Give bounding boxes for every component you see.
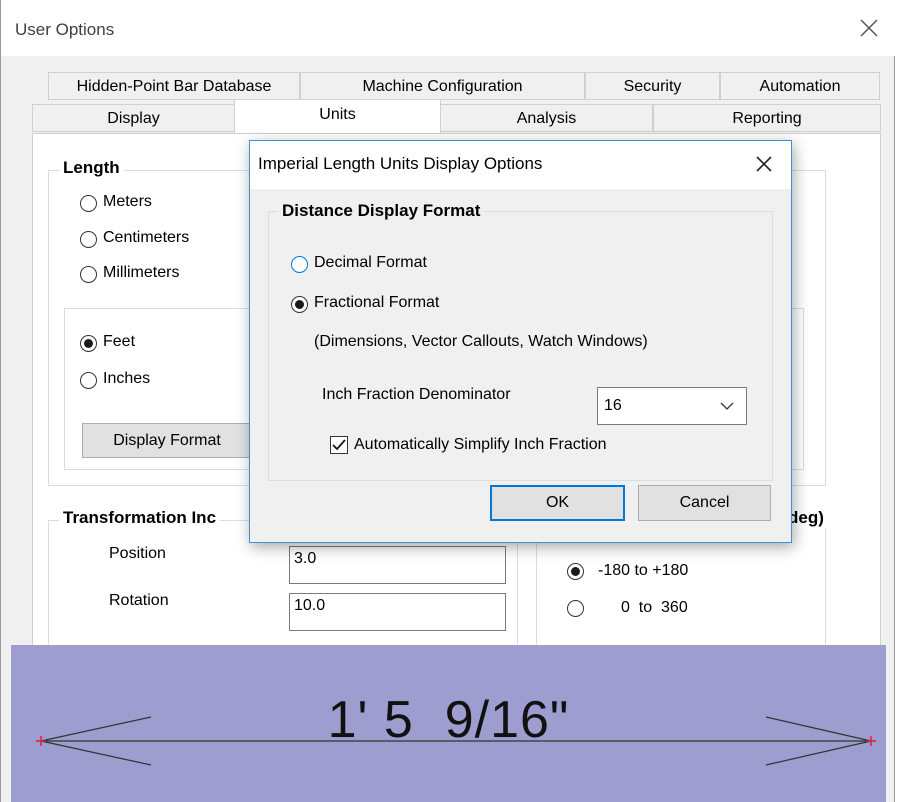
label-decimal-format: Decimal Format xyxy=(314,254,427,271)
distance-format-title: Distance Display Format xyxy=(278,201,485,221)
label-denominator: Inch Fraction Denominator xyxy=(322,386,511,403)
length-group-title: Length xyxy=(59,158,124,178)
label-position: Position xyxy=(109,545,166,562)
radio-angle-180[interactable] xyxy=(567,563,584,580)
close-icon[interactable] xyxy=(858,17,880,39)
label-simplify-fraction: Automatically Simplify Inch Fraction xyxy=(354,436,607,453)
label-rotation: Rotation xyxy=(109,592,169,609)
rotation-input[interactable]: 10.0 xyxy=(289,593,506,631)
display-format-button[interactable]: Display Format xyxy=(82,423,252,458)
denominator-value: 16 xyxy=(604,397,622,414)
checkmark-icon xyxy=(332,439,346,451)
chevron-down-icon xyxy=(720,402,734,410)
window-title: User Options xyxy=(15,20,115,39)
ok-button[interactable]: OK xyxy=(490,485,625,521)
fractional-format-note: (Dimensions, Vector Callouts, Watch Wind… xyxy=(314,333,648,350)
tab-analysis[interactable]: Analysis xyxy=(440,104,653,132)
transformation-group-title: Transformation Inc xyxy=(59,508,221,528)
dimension-text: 1' 5 9/16" xyxy=(327,691,570,749)
dialog-title: Imperial Length Units Display Options xyxy=(258,154,543,173)
position-input[interactable]: 3.0 xyxy=(289,546,506,584)
tab-display[interactable]: Display xyxy=(32,104,235,132)
label-angle-180: -180 to +180 xyxy=(598,562,689,579)
radio-centimeters[interactable] xyxy=(80,231,97,248)
radio-millimeters[interactable] xyxy=(80,266,97,283)
radio-inches[interactable] xyxy=(80,372,97,389)
denominator-select[interactable]: 16 xyxy=(597,387,747,425)
tab-machine-configuration[interactable]: Machine Configuration xyxy=(300,72,585,100)
tab-units[interactable]: Units xyxy=(234,99,441,133)
radio-decimal-format[interactable] xyxy=(291,256,308,273)
title-bar: User Options xyxy=(1,0,896,56)
label-centimeters: Centimeters xyxy=(103,229,190,246)
label-fractional-format: Fractional Format xyxy=(314,294,440,311)
dialog-title-bar: Imperial Length Units Display Options xyxy=(250,141,791,189)
radio-fractional-format[interactable] xyxy=(291,296,308,313)
label-feet: Feet xyxy=(103,333,136,350)
label-angle-360: 0 to 360 xyxy=(621,599,688,616)
label-inches: Inches xyxy=(103,370,151,387)
radio-meters[interactable] xyxy=(80,195,97,212)
dialog-close-icon[interactable] xyxy=(753,153,775,175)
tab-reporting[interactable]: Reporting xyxy=(653,104,881,132)
tab-automation[interactable]: Automation xyxy=(720,72,880,100)
cancel-button[interactable]: Cancel xyxy=(638,485,771,521)
tab-security[interactable]: Security xyxy=(585,72,720,100)
tab-hidden-point-bar-database[interactable]: Hidden-Point Bar Database xyxy=(48,72,300,100)
simplify-fraction-checkbox[interactable] xyxy=(330,436,348,454)
radio-angle-360[interactable] xyxy=(567,600,584,617)
label-meters: Meters xyxy=(103,193,152,210)
imperial-units-dialog: Imperial Length Units Display Options Di… xyxy=(249,140,792,543)
radio-feet[interactable] xyxy=(80,335,97,352)
dimension-preview: 1' 5 9/16" xyxy=(11,645,886,802)
user-options-window: User Options Hidden-Point Bar Database M… xyxy=(0,0,896,802)
label-millimeters: Millimeters xyxy=(103,264,180,281)
